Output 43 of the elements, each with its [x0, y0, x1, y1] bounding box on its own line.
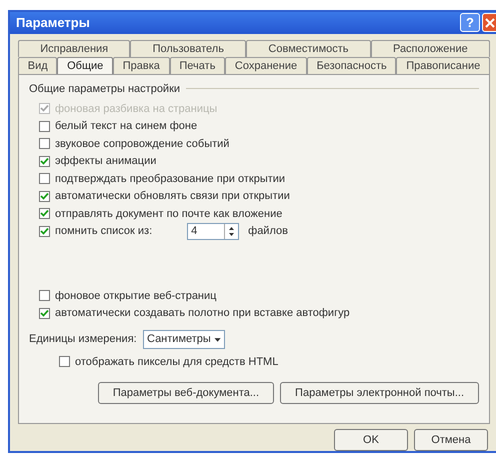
checkbox[interactable] [39, 156, 50, 167]
option-label: белый текст на синем фоне [55, 120, 198, 132]
option-label: звуковое сопровождение событий [55, 138, 230, 150]
checkbox[interactable] [39, 173, 50, 184]
tab[interactable]: Правописание [396, 56, 490, 74]
cancel-button[interactable]: Отмена [414, 429, 488, 451]
option-label: фоновая разбивка на страницы [55, 102, 218, 115]
tab[interactable]: Общие [57, 56, 114, 74]
settings-button[interactable]: Параметры веб-документа... [98, 382, 274, 404]
units-dropdown[interactable]: Сантиметры [143, 330, 225, 349]
field-label: Единицы измерения: [29, 333, 138, 346]
checkbox[interactable] [59, 356, 70, 368]
group-title: Общие параметры настройки [29, 82, 180, 95]
checkbox[interactable] [39, 120, 50, 132]
tab[interactable]: Пользователь [130, 40, 246, 57]
window-title: Параметры [16, 15, 91, 30]
checkbox[interactable] [39, 226, 50, 237]
option-label: автоматически обновлять связи при открытии [55, 190, 290, 202]
ok-button[interactable]: OK [334, 429, 408, 451]
option-label: помнить список из: [55, 225, 152, 238]
checkbox[interactable] [39, 308, 50, 319]
tab[interactable]: Сохранение [225, 56, 307, 74]
tab[interactable]: Безопасность [306, 56, 396, 74]
unit-label: файлов [248, 225, 288, 238]
tab[interactable]: Исправления [18, 40, 130, 57]
option-label: отображать пикселы для средств HTML [75, 356, 278, 368]
tab[interactable]: Правка [113, 56, 170, 74]
tab[interactable]: Печать [170, 56, 226, 74]
option-label: автоматически создавать полотно при вставке автофигур [55, 307, 350, 320]
close-button[interactable] [482, 13, 496, 32]
option-label: отправлять документ по почте как вложение [55, 208, 282, 220]
option-label: подтверждать преобразование при открытии [55, 172, 286, 185]
checkbox[interactable] [39, 138, 50, 150]
checkbox[interactable] [39, 208, 50, 220]
option-label: эффекты анимации [55, 155, 156, 168]
checkbox[interactable] [39, 290, 50, 302]
tab[interactable]: Совместимость [246, 40, 371, 57]
checkbox[interactable] [39, 190, 50, 202]
tab[interactable]: Вид [18, 56, 58, 74]
tab[interactable]: Расположение [370, 40, 490, 57]
settings-button[interactable]: Параметры электронной почты... [280, 382, 479, 404]
number-spinner[interactable]: 4 [187, 222, 240, 240]
option-label: фоновое открытие веб-страниц [55, 290, 216, 302]
